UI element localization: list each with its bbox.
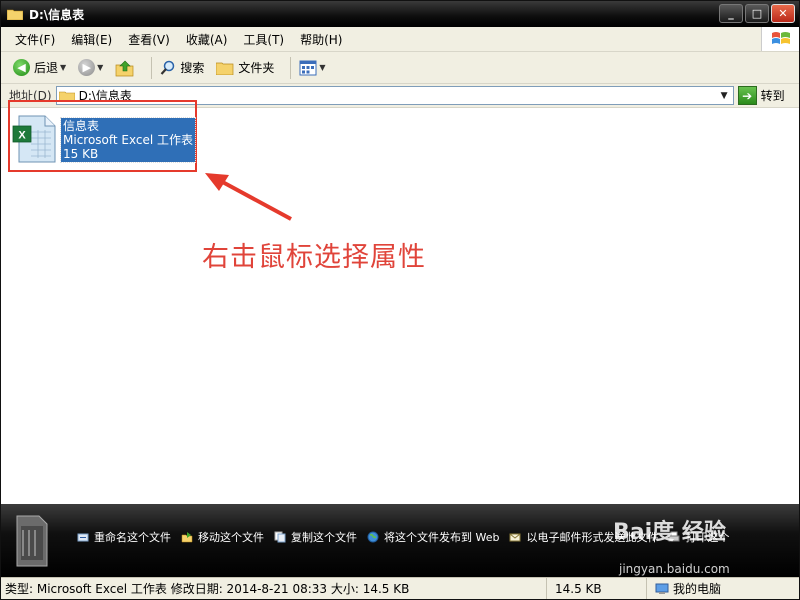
title-bar[interactable]: D:\信息表 _ □ ✕: [1, 1, 799, 27]
task-copy-label: 复制这个文件: [291, 531, 357, 544]
chevron-down-icon[interactable]: ▼: [319, 63, 325, 72]
go-arrow-icon: ➔: [737, 86, 757, 105]
windows-logo-icon: [761, 27, 799, 51]
globe-icon: [367, 531, 379, 543]
forward-arrow-icon: ▶: [78, 59, 96, 76]
file-size: 15 KB: [63, 147, 99, 161]
folders-icon: [216, 62, 234, 75]
menu-view[interactable]: 查看(V): [122, 29, 176, 50]
toolbar-divider: [151, 56, 153, 79]
up-folder-icon: [115, 60, 134, 76]
file-item-xinxibiao[interactable]: X 信息表 Microsoft Excel 工作表 15 KB: [11, 114, 197, 164]
my-computer-icon: [655, 583, 669, 594]
file-label: 信息表 Microsoft Excel 工作表 15 KB: [59, 117, 197, 163]
annotation-text: 右击鼠标选择属性: [202, 242, 426, 273]
folder-icon: [7, 9, 23, 20]
back-button[interactable]: ◀ 后退 ▼: [11, 56, 68, 80]
chevron-down-icon[interactable]: ▼: [97, 63, 103, 72]
window-controls: _ □ ✕: [719, 4, 795, 23]
menu-bar: 文件(F) 编辑(E) 查看(V) 收藏(A) 工具(T) 帮助(H): [1, 27, 799, 52]
menu-tools[interactable]: 工具(T): [237, 29, 290, 50]
svg-text:X: X: [18, 130, 26, 142]
file-name: 信息表: [63, 119, 100, 133]
file-preview-icon: [16, 515, 48, 567]
search-icon: [161, 60, 175, 75]
status-details: 类型: Microsoft Excel 工作表 修改日期: 2014-8-21 …: [1, 578, 547, 599]
task-move[interactable]: 移动这个文件: [181, 529, 264, 545]
email-icon: [509, 533, 521, 542]
menu-edit[interactable]: 编辑(E): [65, 29, 118, 50]
baidu-watermark-url: jingyan.baidu.com: [619, 562, 730, 576]
status-location: 我的电脑: [647, 580, 721, 597]
annotation-arrow-icon: [205, 173, 292, 221]
folders-button[interactable]: 文件夹: [214, 56, 276, 80]
task-copy[interactable]: 复制这个文件: [274, 529, 357, 545]
status-size: 14.5 KB: [547, 578, 647, 599]
menu-file[interactable]: 文件(F): [9, 29, 61, 50]
toolbar-divider: [290, 56, 292, 79]
chevron-down-icon[interactable]: ▼: [60, 63, 66, 72]
window-title: D:\信息表: [29, 7, 85, 22]
copy-icon: [274, 531, 286, 543]
search-label: 搜索: [180, 61, 205, 75]
file-list-area[interactable]: X 信息表 Microsoft Excel 工作表 15 KB 右击鼠标选择属性: [1, 100, 799, 504]
status-bar: 类型: Microsoft Excel 工作表 修改日期: 2014-8-21 …: [1, 577, 799, 599]
task-rename-label: 重命名这个文件: [94, 531, 171, 544]
go-label: 转到: [760, 89, 785, 103]
baidu-watermark: Bai度 经验: [613, 520, 726, 545]
status-location-label: 我的电脑: [673, 582, 722, 596]
task-publish-label: 将这个文件发布到 Web: [384, 531, 500, 544]
task-publish[interactable]: 将这个文件发布到 Web: [367, 529, 499, 545]
file-tasks-panel: 重命名这个文件 移动这个文件 复制这个文件 将这个文件发布到 Web 以电子邮件…: [1, 504, 799, 577]
chevron-down-icon[interactable]: ▼: [717, 88, 732, 103]
toolbar: ◀ 后退 ▼ ▶ ▼ 搜索 文件夹 ▼: [1, 52, 799, 84]
go-button[interactable]: ➔ 转到: [737, 86, 785, 105]
maximize-button[interactable]: □: [745, 4, 769, 23]
task-move-label: 移动这个文件: [198, 531, 264, 544]
search-button[interactable]: 搜索: [158, 56, 206, 80]
back-arrow-icon: ◀: [13, 59, 30, 76]
task-rename[interactable]: 重命名这个文件: [77, 529, 171, 545]
forward-button[interactable]: ▶ ▼: [76, 56, 105, 80]
back-label: 后退: [34, 61, 59, 75]
views-icon: [299, 60, 317, 75]
minimize-button[interactable]: _: [719, 4, 743, 23]
close-button[interactable]: ✕: [771, 4, 795, 23]
rename-icon: [77, 533, 89, 542]
file-type: Microsoft Excel 工作表: [63, 133, 194, 147]
folders-label: 文件夹: [238, 61, 275, 75]
explorer-window: D:\信息表 _ □ ✕ 文件(F) 编辑(E) 查看(V) 收藏(A) 工具(…: [0, 0, 800, 600]
move-icon: [181, 532, 193, 543]
views-button[interactable]: ▼: [297, 56, 327, 80]
menu-help[interactable]: 帮助(H): [294, 29, 348, 50]
up-folder-button[interactable]: [113, 56, 137, 80]
excel-file-icon: X: [12, 115, 56, 163]
menu-favorites[interactable]: 收藏(A): [180, 29, 234, 50]
